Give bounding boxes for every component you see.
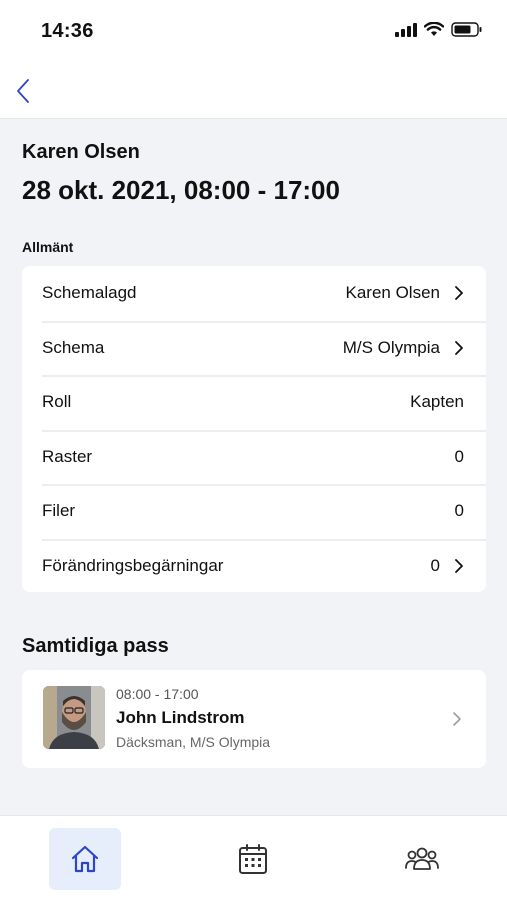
detail-value: M/S Olympia	[342, 337, 440, 357]
person-name: Karen Olsen	[22, 141, 140, 163]
chevron-right-icon	[453, 712, 461, 726]
detail-value: Kapten	[410, 392, 464, 412]
signal-icon	[395, 22, 417, 37]
detail-row-schema[interactable]: Schema M/S Olympia	[22, 320, 486, 376]
avatar	[43, 686, 105, 749]
detail-value: Karen Olsen	[345, 283, 441, 303]
chevron-right-icon	[455, 286, 463, 301]
shift-person-name: John Lindstrom	[116, 708, 245, 727]
concurrent-shift-card[interactable]: 08:00 - 17:00 John Lindstrom Däcksman, M…	[22, 670, 486, 768]
section-label-general: Allmänt	[22, 239, 74, 255]
tab-bar	[0, 815, 507, 900]
home-icon	[71, 845, 99, 873]
chevron-right-icon	[455, 558, 463, 573]
tab-calendar[interactable]	[217, 828, 289, 890]
details-card: Schemalagd Karen Olsen Schema M/S Olympi…	[22, 266, 486, 592]
tab-home[interactable]	[49, 828, 121, 890]
detail-row-schemalagd[interactable]: Schemalagd Karen Olsen	[22, 266, 486, 321]
shift-time: 08:00 - 17:00	[116, 686, 199, 702]
back-button[interactable]	[8, 74, 38, 108]
detail-label: Schemalagd	[42, 283, 137, 303]
chevron-right-icon	[455, 340, 463, 355]
detail-value: 0	[454, 501, 464, 521]
tab-people[interactable]	[386, 828, 458, 890]
status-bar: 14:36	[0, 0, 507, 64]
detail-row-change-requests[interactable]: Förändringsbegärningar 0	[22, 538, 486, 594]
shift-datetime: 28 okt. 2021, 08:00 - 17:00	[22, 175, 340, 205]
calendar-icon	[239, 844, 267, 874]
detail-value: 0	[430, 555, 440, 575]
detail-label: Roll	[42, 392, 72, 412]
detail-value: 0	[454, 446, 464, 466]
battery-icon	[451, 22, 482, 37]
shift-role: Däcksman, M/S Olympia	[116, 734, 271, 750]
status-icons	[395, 22, 483, 37]
detail-label: Raster	[42, 446, 93, 466]
people-icon	[405, 847, 439, 870]
detail-label: Schema	[42, 337, 105, 357]
nav-bar	[0, 64, 507, 119]
detail-row-raster: Raster 0	[22, 429, 486, 485]
detail-label: Filer	[42, 501, 76, 521]
detail-row-filer: Filer 0	[22, 484, 486, 539]
concurrent-shifts-title: Samtidiga pass	[22, 635, 169, 657]
wifi-icon	[424, 22, 444, 36]
status-time: 14:36	[41, 20, 94, 42]
chevron-left-icon	[17, 79, 29, 103]
detail-row-roll: Roll Kapten	[22, 375, 486, 430]
detail-label: Förändringsbegärningar	[42, 555, 224, 575]
